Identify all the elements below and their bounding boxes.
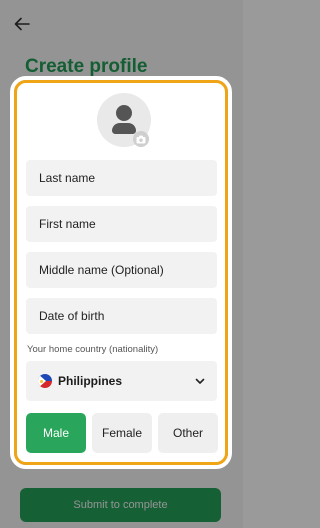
gender-female-button[interactable]: Female <box>92 413 152 453</box>
country-value: Philippines <box>58 374 123 388</box>
first-name-field[interactable]: First name <box>26 206 217 242</box>
profile-form-card: Last name First name Middle name (Option… <box>14 80 228 465</box>
country-select[interactable]: Philippines <box>26 361 217 401</box>
chevron-down-icon <box>195 376 205 386</box>
avatar-upload[interactable] <box>97 93 151 147</box>
last-name-field[interactable]: Last name <box>26 160 217 196</box>
date-of-birth-field[interactable]: Date of birth <box>26 298 217 334</box>
country-label: Your home country (nationality) <box>27 344 159 355</box>
gender-male-button[interactable]: Male <box>26 413 86 453</box>
philippines-flag-icon <box>38 374 52 388</box>
middle-name-field[interactable]: Middle name (Optional) <box>26 252 217 288</box>
camera-icon[interactable] <box>133 131 149 147</box>
gender-other-button[interactable]: Other <box>158 413 218 453</box>
